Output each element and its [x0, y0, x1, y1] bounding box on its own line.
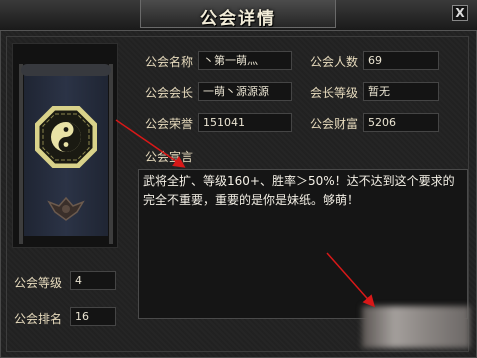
annotation-arrow [326, 252, 375, 308]
annotation-arrows [115, 119, 375, 308]
annotation-arrow [115, 119, 186, 168]
